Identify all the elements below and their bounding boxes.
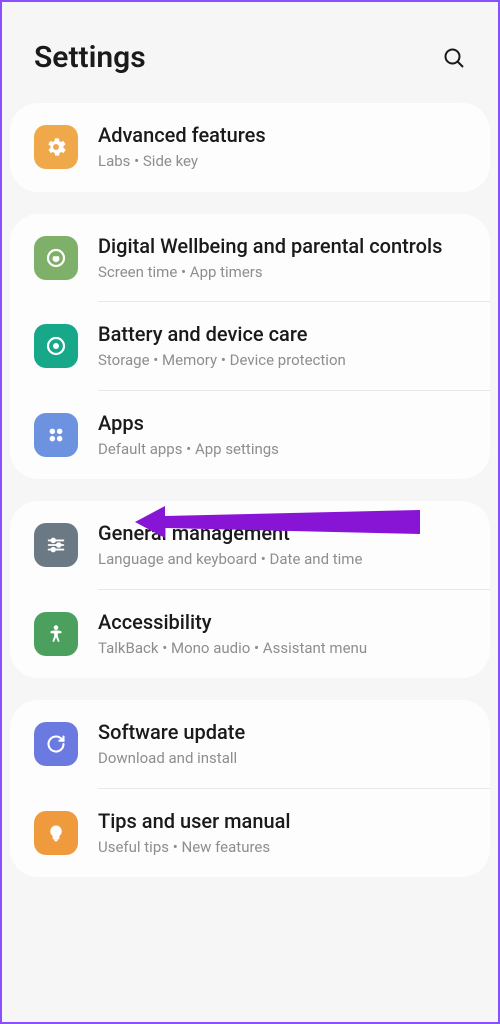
tips-icon: [34, 811, 78, 855]
item-software-update[interactable]: Software update Download and install: [10, 700, 490, 789]
item-text: General management Language and keyboard…: [98, 521, 466, 570]
item-title: Accessibility: [98, 610, 466, 635]
sliders-icon: [34, 523, 78, 567]
item-accessibility[interactable]: Accessibility TalkBack • Mono audio • As…: [10, 590, 490, 679]
item-subtitle: Useful tips • New features: [98, 838, 466, 858]
item-subtitle: Download and install: [98, 749, 466, 769]
device-care-icon: [34, 324, 78, 368]
item-title: Battery and device care: [98, 322, 466, 347]
item-subtitle: Screen time • App timers: [98, 263, 466, 283]
item-text: Apps Default apps • App settings: [98, 411, 466, 460]
accessibility-icon: [34, 612, 78, 656]
gear-plus-icon: [34, 125, 78, 169]
item-digital-wellbeing[interactable]: Digital Wellbeing and parental controls …: [10, 214, 490, 303]
item-text: Advanced features Labs • Side key: [98, 123, 466, 172]
header: Settings: [2, 2, 498, 103]
item-subtitle: Storage • Memory • Device protection: [98, 351, 466, 371]
item-title: Advanced features: [98, 123, 466, 148]
item-general-management[interactable]: General management Language and keyboard…: [10, 501, 490, 590]
item-subtitle: Default apps • App settings: [98, 440, 466, 460]
wellbeing-icon: [34, 236, 78, 280]
item-subtitle: Language and keyboard • Date and time: [98, 550, 466, 570]
item-title: Tips and user manual: [98, 809, 466, 834]
settings-group: General management Language and keyboard…: [10, 501, 490, 678]
settings-group: Software update Download and install Tip…: [10, 700, 490, 877]
item-text: Tips and user manual Useful tips • New f…: [98, 809, 466, 858]
item-title: Software update: [98, 720, 466, 745]
item-title: Digital Wellbeing and parental controls: [98, 234, 466, 259]
item-battery-device-care[interactable]: Battery and device care Storage • Memory…: [10, 302, 490, 391]
item-title: Apps: [98, 411, 466, 436]
item-subtitle: Labs • Side key: [98, 152, 466, 172]
settings-group: Advanced features Labs • Side key: [10, 103, 490, 192]
update-icon: [34, 722, 78, 766]
search-icon[interactable]: [442, 46, 466, 70]
item-tips-manual[interactable]: Tips and user manual Useful tips • New f…: [10, 789, 490, 878]
page-title: Settings: [34, 40, 146, 75]
item-text: Software update Download and install: [98, 720, 466, 769]
item-subtitle: TalkBack • Mono audio • Assistant menu: [98, 639, 466, 659]
item-apps[interactable]: Apps Default apps • App settings: [10, 391, 490, 480]
apps-icon: [34, 413, 78, 457]
item-title: General management: [98, 521, 466, 546]
item-text: Digital Wellbeing and parental controls …: [98, 234, 466, 283]
item-text: Battery and device care Storage • Memory…: [98, 322, 466, 371]
item-text: Accessibility TalkBack • Mono audio • As…: [98, 610, 466, 659]
item-advanced-features[interactable]: Advanced features Labs • Side key: [10, 103, 490, 192]
settings-group: Digital Wellbeing and parental controls …: [10, 214, 490, 480]
